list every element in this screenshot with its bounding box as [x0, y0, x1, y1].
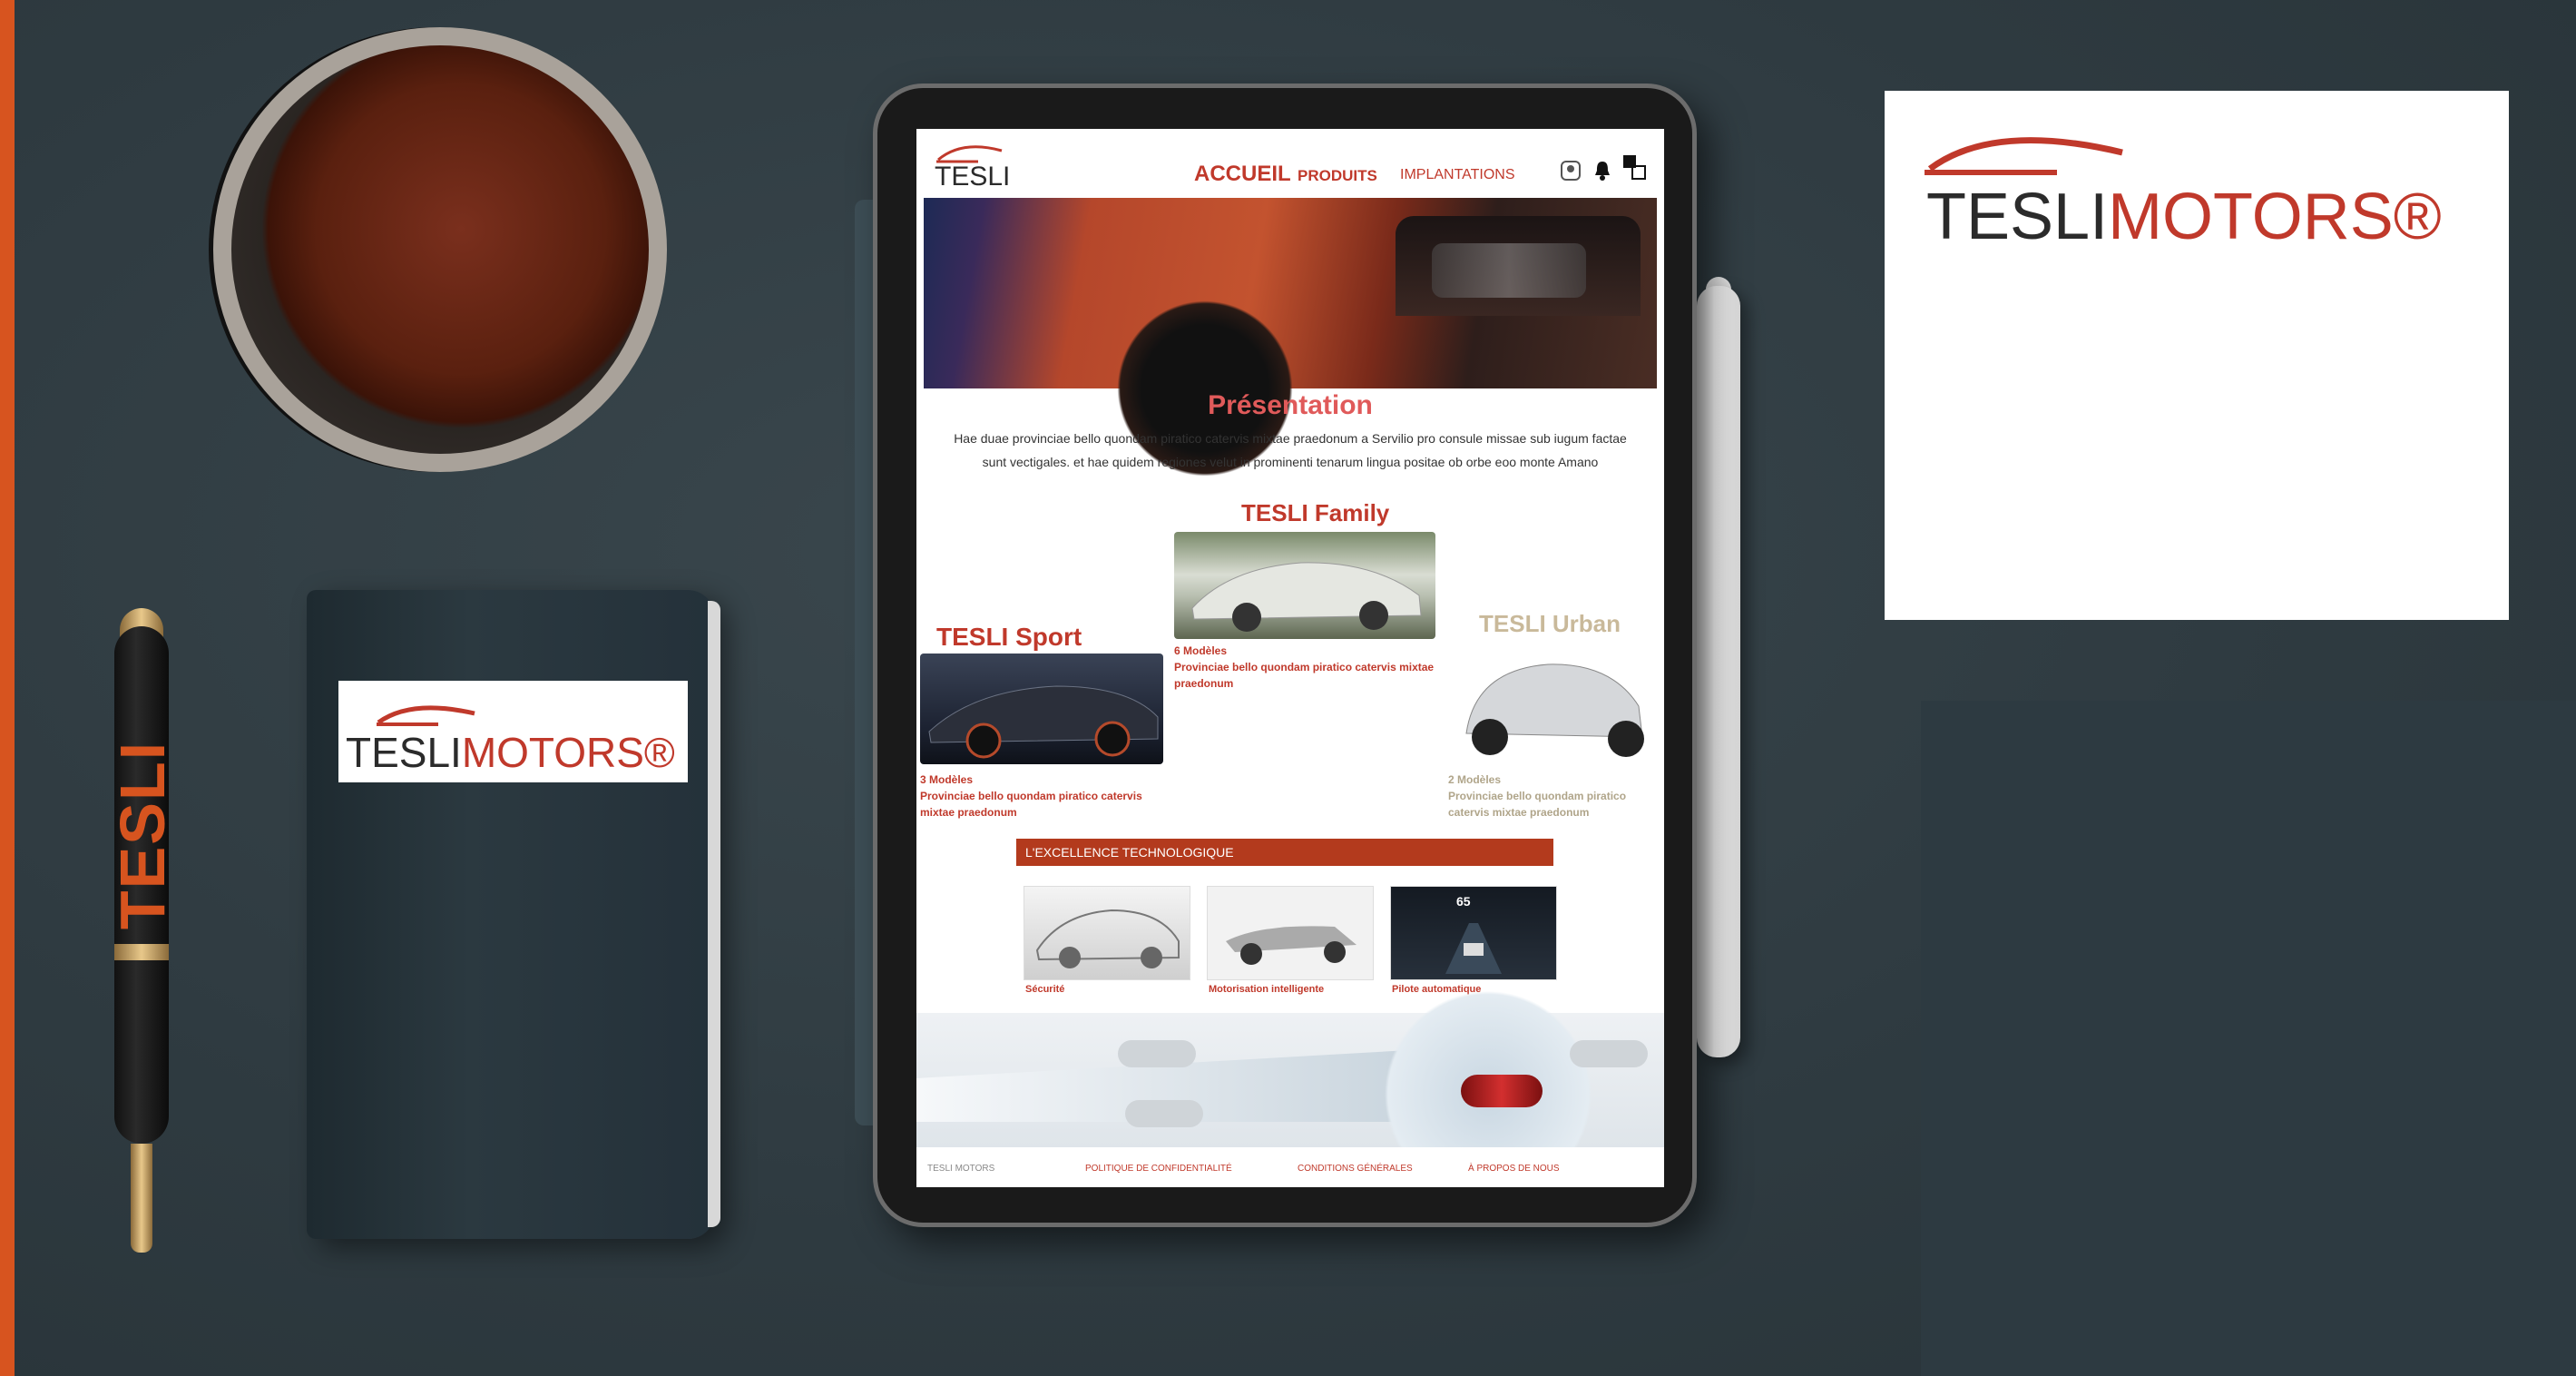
blurred-car-1	[1118, 1040, 1196, 1067]
sport-models-count: 3 Modèles	[920, 773, 974, 786]
family-car-image[interactable]	[1174, 532, 1435, 639]
blurred-car-2	[1570, 1040, 1648, 1067]
security-image[interactable]	[1024, 886, 1190, 980]
notebook-pages	[708, 601, 720, 1227]
hero-car-lamp	[1432, 243, 1586, 298]
dashboard-speed: 65	[1456, 894, 1471, 909]
nav-products[interactable]: PRODUITS	[1298, 167, 1377, 185]
logo-roof-icon	[377, 705, 475, 726]
coffee-cup	[213, 27, 667, 472]
urban-title[interactable]: TESLI Urban	[1479, 610, 1621, 638]
nav-home[interactable]: ACCUEIL	[1194, 162, 1291, 187]
site-footer: TESLI MOTORS POLITIQUE DE CONFIDENTIALIT…	[916, 1147, 1664, 1187]
autopilot-image[interactable]: 65	[1390, 886, 1557, 980]
notebook: TESLIMOTORS®	[307, 590, 720, 1239]
cart-icon[interactable]	[1621, 155, 1648, 180]
bell-icon[interactable]	[1592, 160, 1613, 182]
tablet-case-edge	[855, 200, 873, 1125]
blurred-car-3	[1125, 1100, 1203, 1127]
family-models-count: 6 Modèles	[1174, 644, 1228, 657]
logo-card: TESLIMOTORS®	[1885, 91, 2509, 620]
urban-description: Provinciae bello quondam piratico caterv…	[1448, 790, 1627, 819]
sport-description: Provinciae bello quondam piratico caterv…	[920, 790, 1142, 819]
family-description: Provinciae bello quondam piratico caterv…	[1174, 661, 1435, 690]
logo-card-roof-icon	[1925, 137, 2123, 175]
user-icon[interactable]	[1559, 160, 1582, 182]
presentation-text: Hae duae provinciae bello quondam pirati…	[954, 431, 1627, 469]
motorization-caption: Motorisation intelligente	[1209, 984, 1325, 995]
notebook-logo-text: TESLIMOTORS®	[346, 729, 675, 776]
urban-models-count: 2 Modèles	[1448, 773, 1502, 786]
stylus	[1697, 286, 1740, 1057]
hero-banner	[924, 198, 1657, 488]
motorization-image[interactable]	[1207, 886, 1374, 980]
red-car	[1461, 1075, 1543, 1107]
site-logo[interactable]: TESLI	[935, 162, 1010, 192]
sensor-illustration	[916, 977, 1664, 1187]
family-title[interactable]: TESLI Family	[1241, 499, 1389, 527]
footer-brand[interactable]: TESLI MOTORS	[927, 1164, 994, 1174]
footer-about-link[interactable]: À PROPOS DE NOUS	[1468, 1164, 1560, 1174]
security-caption: Sécurité	[1025, 984, 1065, 995]
logo-card-text: TESLIMOTORS®	[1926, 181, 2442, 253]
pen-ring	[114, 944, 169, 960]
dark-panel	[1921, 701, 2576, 1376]
urban-car-image[interactable]	[1448, 643, 1662, 762]
footer-privacy-link[interactable]: POLITIQUE DE CONFIDENTIALITÉ	[1085, 1164, 1232, 1174]
site-header: TESLI ACCUEIL PRODUITS IMPLANTATIONS	[916, 129, 1664, 197]
pen-brand-text: TESLI	[107, 740, 179, 930]
footer-terms-link[interactable]: CONDITIONS GÉNÉRALES	[1298, 1164, 1413, 1174]
tablet-screen: TESLI ACCUEIL PRODUITS IMPLANTATIONS Pré…	[916, 129, 1664, 1187]
nav-locations[interactable]: IMPLANTATIONS	[1400, 167, 1515, 183]
pen: TESLI	[107, 608, 178, 1262]
presentation-title: Présentation	[1208, 390, 1373, 420]
tech-banner: L'EXCELLENCE TECHNOLOGIQUE	[1016, 839, 1553, 866]
pen-tip	[131, 1144, 152, 1253]
sport-car-image[interactable]	[920, 654, 1163, 764]
notebook-logo-label: TESLIMOTORS®	[338, 681, 688, 782]
orange-edge-stripe	[0, 0, 15, 1376]
sport-title[interactable]: TESLI Sport	[936, 623, 1082, 652]
